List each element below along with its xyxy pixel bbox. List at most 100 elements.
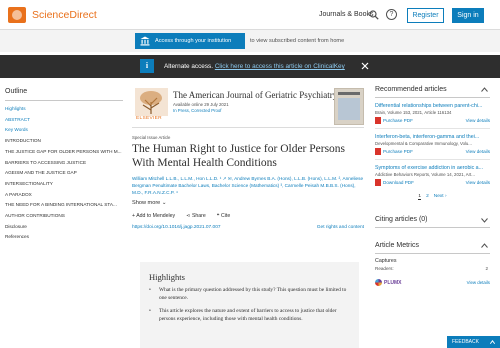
page-2[interactable]: 2 xyxy=(426,194,429,200)
view-details-link[interactable]: View details xyxy=(466,118,490,123)
outline-title: Outline xyxy=(5,88,123,101)
highlights-box: Highlights What is the primary question … xyxy=(140,262,359,348)
journal-title-link[interactable]: The American Journal of Geriatric Psychi… xyxy=(173,90,337,100)
available-online: Available online 29 July 2021 xyxy=(173,102,229,107)
outline-item-ageism[interactable]: AGEISM AND THE JUSTICE GAP xyxy=(5,168,123,179)
next-page-link[interactable]: Next › xyxy=(434,194,447,200)
institution-access-banner: Access through your institution to view … xyxy=(0,30,500,52)
recommended-articles-header[interactable]: Recommended articles xyxy=(375,86,490,98)
article-type: Special Issue Article xyxy=(132,135,171,140)
chevron-down-icon[interactable] xyxy=(481,218,488,223)
outline-item-highlights[interactable]: Highlights xyxy=(5,104,123,115)
plumx-label: PLUMX xyxy=(384,279,402,286)
search-icon[interactable] xyxy=(369,10,379,20)
share-button[interactable]: ⋖ Share xyxy=(186,213,206,219)
right-sidebar: Recommended articles Differential relati… xyxy=(375,86,490,286)
readers-row: Readers: 2 xyxy=(375,266,490,273)
highlight-item: What is the primary question addressed b… xyxy=(149,286,350,302)
feedback-label: FEEDBACK xyxy=(452,339,479,345)
outline-item-paradox[interactable]: A PARADOX xyxy=(5,190,123,201)
view-details-link[interactable]: View details xyxy=(466,149,490,154)
in-press-link[interactable]: In Press, Corrected Proof xyxy=(173,108,221,113)
divider xyxy=(375,159,490,160)
outline-item-intersectionality[interactable]: INTERSECTIONALITY xyxy=(5,179,123,190)
outline-panel: Outline Highlights ABSTRACT Key Words IN… xyxy=(5,88,123,243)
recommended-article-actions: Download PDF View details xyxy=(375,179,490,187)
access-institution-button[interactable]: Access through your institution xyxy=(135,33,245,49)
recommended-article-actions: Purchase PDF View details xyxy=(375,148,490,156)
share-label: Share xyxy=(191,213,206,219)
outline-item-abstract[interactable]: ABSTRACT xyxy=(5,115,123,126)
pdf-icon xyxy=(375,148,381,155)
doi-link[interactable]: https://doi.org/10.1016/j.jagp.2021.07.0… xyxy=(132,225,221,230)
outline-item-barriers[interactable]: BARRIERS TO ACCESSING JUSTICE xyxy=(5,158,123,169)
article-main: ELSEVIER The American Journal of Geriatr… xyxy=(132,86,364,233)
cite-button[interactable]: ❝ Cite xyxy=(217,213,230,219)
citing-articles-header[interactable]: Citing articles (0) xyxy=(375,216,490,228)
sciencedirect-logo[interactable]: ScienceDirect xyxy=(8,7,97,23)
recommended-title: Recommended articles xyxy=(375,86,447,93)
chevron-down-icon: ⌄ xyxy=(161,200,167,206)
recommended-pager: 1 2 Next › xyxy=(375,194,490,200)
recommended-article: Interferon-beta, interferon-gamma and th… xyxy=(375,134,490,160)
outline-item-key-words[interactable]: Key Words xyxy=(5,125,123,136)
close-icon[interactable] xyxy=(361,62,369,70)
recommended-article-title[interactable]: Interferon-beta, interferon-gamma and th… xyxy=(375,134,490,140)
next-label: Next xyxy=(433,194,444,199)
recommended-article-title[interactable]: Differential relationships between paren… xyxy=(375,103,490,109)
recommended-article: Symptoms of exercise addiction in aerobi… xyxy=(375,165,490,187)
plus-icon: + xyxy=(132,213,136,219)
top-navigation-bar: ScienceDirect Journals & Books ? Registe… xyxy=(0,0,500,30)
purchase-pdf-link[interactable]: Purchase PDF xyxy=(383,149,413,154)
recommended-article-title[interactable]: Symptoms of exercise addiction in aerobi… xyxy=(375,165,490,171)
highlight-item: This article explores the nature and ext… xyxy=(149,307,350,323)
clinicalkey-link[interactable]: Click here to access this article on Cli… xyxy=(215,63,345,70)
page-1[interactable]: 1 xyxy=(418,194,422,200)
access-banner-text: to view subscribed content from home xyxy=(250,38,345,44)
institution-icon xyxy=(140,36,150,46)
purchase-pdf-link[interactable]: Purchase PDF xyxy=(383,118,413,123)
logo-text: ScienceDirect xyxy=(32,9,97,21)
help-icon[interactable]: ? xyxy=(386,9,397,20)
view-details-link[interactable]: View details xyxy=(466,180,490,185)
outline-item-justice-gap[interactable]: THE JUSTICE GAP FOR OLDER PERSONS WITH M… xyxy=(5,147,123,158)
article-metrics-header[interactable]: Article Metrics xyxy=(375,242,490,254)
journals-books-link[interactable]: Journals & Books xyxy=(319,11,373,18)
rights-content-link[interactable]: Get rights and content xyxy=(317,225,364,230)
register-button[interactable]: Register xyxy=(407,8,444,23)
access-button-label: Access through your institution xyxy=(155,38,232,44)
recommended-article-meta: Addictive Behaviors Reports, Volume 14, … xyxy=(375,172,475,177)
chevron-up-icon[interactable] xyxy=(481,87,488,92)
recommended-article-meta: Brain, Volume 153, 2021, Article 116134 xyxy=(375,110,452,115)
article-metrics-title: Article Metrics xyxy=(375,242,419,249)
outline-item-author-contributions[interactable]: AUTHOR CONTRIBUTIONS xyxy=(5,211,123,222)
outline-item-references[interactable]: References xyxy=(5,232,123,243)
quote-icon: ❝ xyxy=(216,213,220,219)
cite-label: Cite xyxy=(221,213,231,219)
alternate-access-label: Alternate access. xyxy=(164,63,214,70)
plumx-view-details-link[interactable]: View details xyxy=(467,280,490,285)
journal-cover-image[interactable] xyxy=(334,88,364,125)
show-more-label: Show more xyxy=(132,200,161,206)
feedback-button[interactable]: FEEDBACK xyxy=(447,336,500,348)
citing-articles-title: Citing articles (0) xyxy=(375,216,428,223)
author-list[interactable]: William Mitchell L.L.B., L.L.M., Hon L.L… xyxy=(132,175,364,196)
article-actions: + Add to Mendeley ⋖ Share ❝ Cite xyxy=(132,213,364,219)
info-icon: i xyxy=(140,59,154,73)
chevron-up-icon[interactable] xyxy=(481,243,488,248)
readers-label: Readers: xyxy=(375,266,394,271)
journal-header: ELSEVIER The American Journal of Geriatr… xyxy=(132,86,364,128)
add-to-mendeley-button[interactable]: + Add to Mendeley xyxy=(132,213,175,219)
recommended-article: Differential relationships between paren… xyxy=(375,103,490,129)
sign-in-button[interactable]: Sign in xyxy=(452,8,484,23)
show-more-button[interactable]: Show more ⌄ xyxy=(132,200,364,206)
chevron-up-icon xyxy=(490,340,495,344)
outline-item-disclosure[interactable]: Disclosure xyxy=(5,222,123,233)
outline-item-introduction[interactable]: INTRODUCTION xyxy=(5,136,123,147)
readers-value: 2 xyxy=(485,266,488,271)
outline-item-binding-standard[interactable]: THE NEED FOR A BINDING INTERNATIONAL STA… xyxy=(5,200,123,211)
download-pdf-link[interactable]: Download PDF xyxy=(383,180,414,185)
alternate-access-banner: i Alternate access. Click here to access… xyxy=(0,55,500,78)
highlights-title: Highlights xyxy=(149,272,185,282)
article-title: The Human Right to Justice for Older Per… xyxy=(132,143,346,169)
